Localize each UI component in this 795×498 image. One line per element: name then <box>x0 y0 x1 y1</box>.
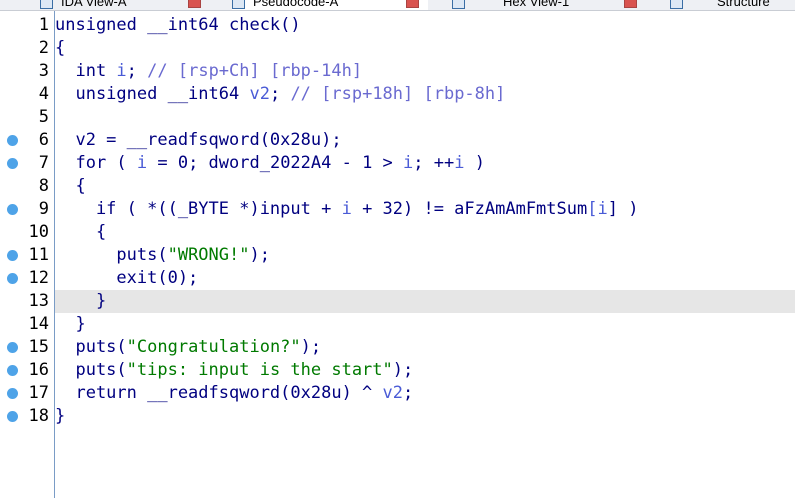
code-line[interactable]: } <box>55 405 795 428</box>
line-number-gutter[interactable]: 1 2 3 4 5 6 7 8 9 10 11 12 13 14 15 16 17 18 <box>0 11 55 498</box>
tab-bar: IDA View-A Pseudocode-A Hex View-1 Struc… <box>0 0 795 11</box>
code-line[interactable]: if ( *((_BYTE *)input + i + 32) != aFzAm… <box>55 198 795 221</box>
breakpoint-icon[interactable] <box>7 158 18 169</box>
code-line[interactable]: unsigned __int64 v2; // [rsp+18h] [rbp-8… <box>55 83 795 106</box>
code-line[interactable]: puts("Congratulation?"); <box>55 336 795 359</box>
line-number: 14 <box>28 314 49 334</box>
code-line[interactable]: puts("tips: input is the start"); <box>55 359 795 382</box>
code-line[interactable]: } <box>55 313 795 336</box>
tab-ida-view-a[interactable]: IDA View-A <box>40 0 230 10</box>
breakpoint-icon[interactable] <box>7 388 18 399</box>
code-line[interactable]: { <box>55 175 795 198</box>
tab-label: Hex View-1 <box>503 0 570 9</box>
code-line[interactable]: return __readfsqword(0x28u) ^ v2; <box>55 382 795 405</box>
breakpoint-icon[interactable] <box>7 204 18 215</box>
tab-structures[interactable]: Structure <box>670 0 795 10</box>
pseudocode-icon <box>232 0 245 10</box>
breakpoint-icon[interactable] <box>7 342 18 353</box>
code-line[interactable]: int i; // [rsp+Ch] [rbp-14h] <box>55 60 795 83</box>
breakpoint-icon[interactable] <box>7 273 18 284</box>
code-line[interactable]: puts("WRONG!"); <box>55 244 795 267</box>
line-number: 10 <box>28 222 49 242</box>
line-number: 8 <box>38 176 49 196</box>
tab-pseudocode-a[interactable]: Pseudocode-A <box>232 0 428 10</box>
close-icon[interactable] <box>188 0 201 8</box>
breakpoint-icon[interactable] <box>7 135 18 146</box>
line-number: 1 <box>38 15 49 35</box>
line-number: 13 <box>28 291 49 311</box>
line-number: 4 <box>38 84 49 104</box>
tab-label: Structure <box>717 0 770 9</box>
tab-hex-view-1[interactable]: Hex View-1 <box>452 0 644 10</box>
structure-icon <box>670 0 683 10</box>
code-line[interactable]: v2 = __readfsqword(0x28u); <box>55 129 795 152</box>
code-line[interactable]: } <box>55 290 795 313</box>
line-number: 2 <box>38 38 49 58</box>
code-line[interactable]: { <box>55 221 795 244</box>
tab-label: Pseudocode-A <box>253 0 339 9</box>
code-line[interactable]: unsigned __int64 check() <box>55 14 795 37</box>
code-line[interactable]: { <box>55 37 795 60</box>
breakpoint-icon[interactable] <box>7 250 18 261</box>
code-line[interactable] <box>55 106 795 129</box>
disassembly-icon <box>40 0 53 10</box>
breakpoint-icon[interactable] <box>7 411 18 422</box>
hex-icon <box>452 0 465 10</box>
close-icon[interactable] <box>406 0 419 8</box>
line-number: 5 <box>38 107 49 127</box>
line-number: 3 <box>38 61 49 81</box>
close-icon[interactable] <box>624 0 637 8</box>
code-line[interactable]: exit(0); <box>55 267 795 290</box>
tab-label: IDA View-A <box>61 0 127 9</box>
breakpoint-icon[interactable] <box>7 365 18 376</box>
pseudocode-view[interactable]: unsigned __int64 check(){ int i; // [rsp… <box>55 11 795 498</box>
code-line[interactable]: for ( i = 0; dword_2022A4 - 1 > i; ++i ) <box>55 152 795 175</box>
